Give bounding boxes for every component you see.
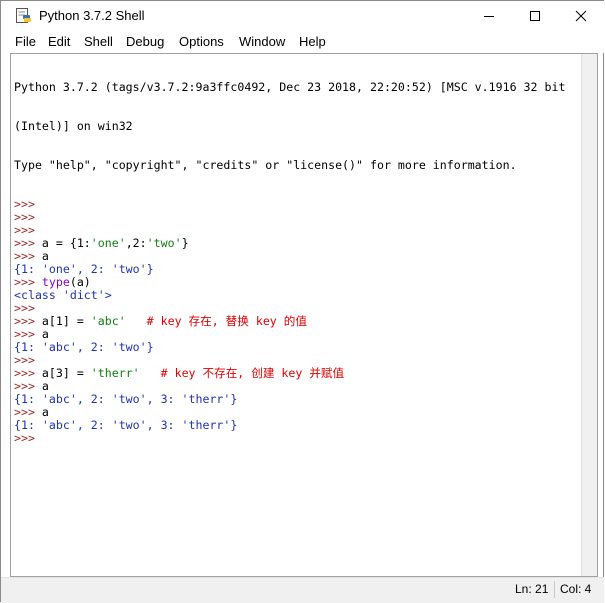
shell-line: >>> a[3] = 'therr' # key 不存在, 创建 key 并赋值 (14, 367, 565, 380)
prompt: >>> (14, 353, 42, 367)
string-literal: 'abc' (90, 314, 126, 328)
menu-options[interactable]: Options (179, 34, 224, 49)
prompt: >>> (14, 366, 42, 380)
prompt: >>> (14, 327, 42, 341)
shell-line: {1: 'abc', 2: 'two'} (14, 341, 565, 354)
output-text: {1: 'one', 2: 'two'} (14, 262, 154, 276)
code-text: a (41, 379, 49, 393)
builtin-name: type (41, 275, 70, 289)
close-icon (575, 10, 587, 22)
prompt: >>> (14, 379, 42, 393)
menu-help[interactable]: Help (299, 34, 326, 49)
banner-line: Type "help", "copyright", "credits" or "… (14, 158, 517, 172)
shell-line: >>> a[1] = 'abc' # key 存在, 替换 key 的值 (14, 315, 565, 328)
prompt: >>> (14, 405, 42, 419)
minimize-button[interactable] (466, 1, 512, 31)
window-title: Python 3.7.2 Shell (39, 8, 145, 23)
menu-file[interactable]: File (15, 34, 36, 49)
column-number: Col: 4 (560, 582, 592, 596)
comment-text: # key 不存在, 创建 key 并赋值 (160, 366, 345, 380)
code-text: a (41, 249, 49, 263)
prompt: >>> (14, 249, 42, 263)
shell-line: >>> a = {1:'one',2:'two'} (14, 237, 565, 250)
string-literal: 'therr' (90, 366, 140, 380)
output-text: {1: 'abc', 2: 'two'} (14, 340, 154, 354)
prompt: >>> (14, 301, 42, 315)
prompt: >>> (14, 197, 42, 211)
menu-window[interactable]: Window (239, 34, 285, 49)
menu-bar: File Edit Shell Debug Options Window Hel… (1, 31, 604, 53)
output-text: {1: 'abc', 2: 'two', 3: 'therr'} (14, 392, 238, 406)
python-idle-icon (16, 8, 31, 23)
menu-shell[interactable]: Shell (84, 34, 113, 49)
line-number: Ln: 21 (515, 582, 549, 596)
close-button[interactable] (558, 1, 604, 31)
menu-debug[interactable]: Debug (126, 34, 164, 49)
prompt: >>> (14, 431, 42, 445)
code-text: a[1] = (41, 314, 91, 328)
prompt: >>> (14, 314, 42, 328)
maximize-button[interactable] (512, 1, 558, 31)
string-literal: 'one' (90, 236, 126, 250)
string-literal: 'two' (146, 236, 182, 250)
prompt: >>> (14, 210, 42, 224)
shell-line: {1: 'abc', 2: 'two', 3: 'therr'} (14, 393, 565, 406)
status-bar: Ln: 21 Col: 4 (1, 577, 604, 603)
code-text: } (181, 236, 189, 250)
shell-line: >>> (14, 198, 565, 211)
shell-history: >>> >>> >>> >>> a = {1:'one',2:'two'} >>>… (14, 198, 565, 445)
minimize-icon (484, 16, 494, 17)
shell-line: {1: 'abc', 2: 'two', 3: 'therr'} (14, 419, 565, 432)
shell-line: {1: 'one', 2: 'two'} (14, 263, 565, 276)
vertical-scrollbar[interactable] (581, 54, 597, 576)
maximize-icon (530, 11, 540, 21)
shell-text-area[interactable]: Python 3.7.2 (tags/v3.7.2:9a3ffc0492, De… (10, 53, 598, 577)
code-text: a = {1: (41, 236, 91, 250)
title-bar[interactable]: Python 3.7.2 Shell (1, 1, 604, 31)
prompt: >>> (14, 275, 42, 289)
output-text: <class 'dict'> (14, 288, 112, 302)
idle-shell-window: Python 3.7.2 Shell File Edit Shell Debug… (0, 0, 604, 603)
status-separator (554, 581, 555, 598)
code-text: a (41, 327, 49, 341)
prompt: >>> (14, 223, 42, 237)
code-text: a[3] = (41, 366, 91, 380)
banner-line: (Intel)] on win32 (14, 119, 133, 133)
menu-edit[interactable]: Edit (48, 34, 70, 49)
prompt: >>> (14, 236, 42, 250)
shell-line: >>> (14, 211, 565, 224)
code-text: ,2: (125, 236, 147, 250)
code-text: a (41, 405, 49, 419)
shell-line: >>> (14, 432, 565, 445)
code-text: (a) (69, 275, 91, 289)
output-text: {1: 'abc', 2: 'two', 3: 'therr'} (14, 418, 238, 432)
comment-text: # key 存在, 替换 key 的值 (146, 314, 307, 328)
shell-line: <class 'dict'> (14, 289, 565, 302)
shell-output[interactable]: Python 3.7.2 (tags/v3.7.2:9a3ffc0492, De… (14, 55, 565, 471)
banner-line: Python 3.7.2 (tags/v3.7.2:9a3ffc0492, De… (14, 80, 566, 94)
